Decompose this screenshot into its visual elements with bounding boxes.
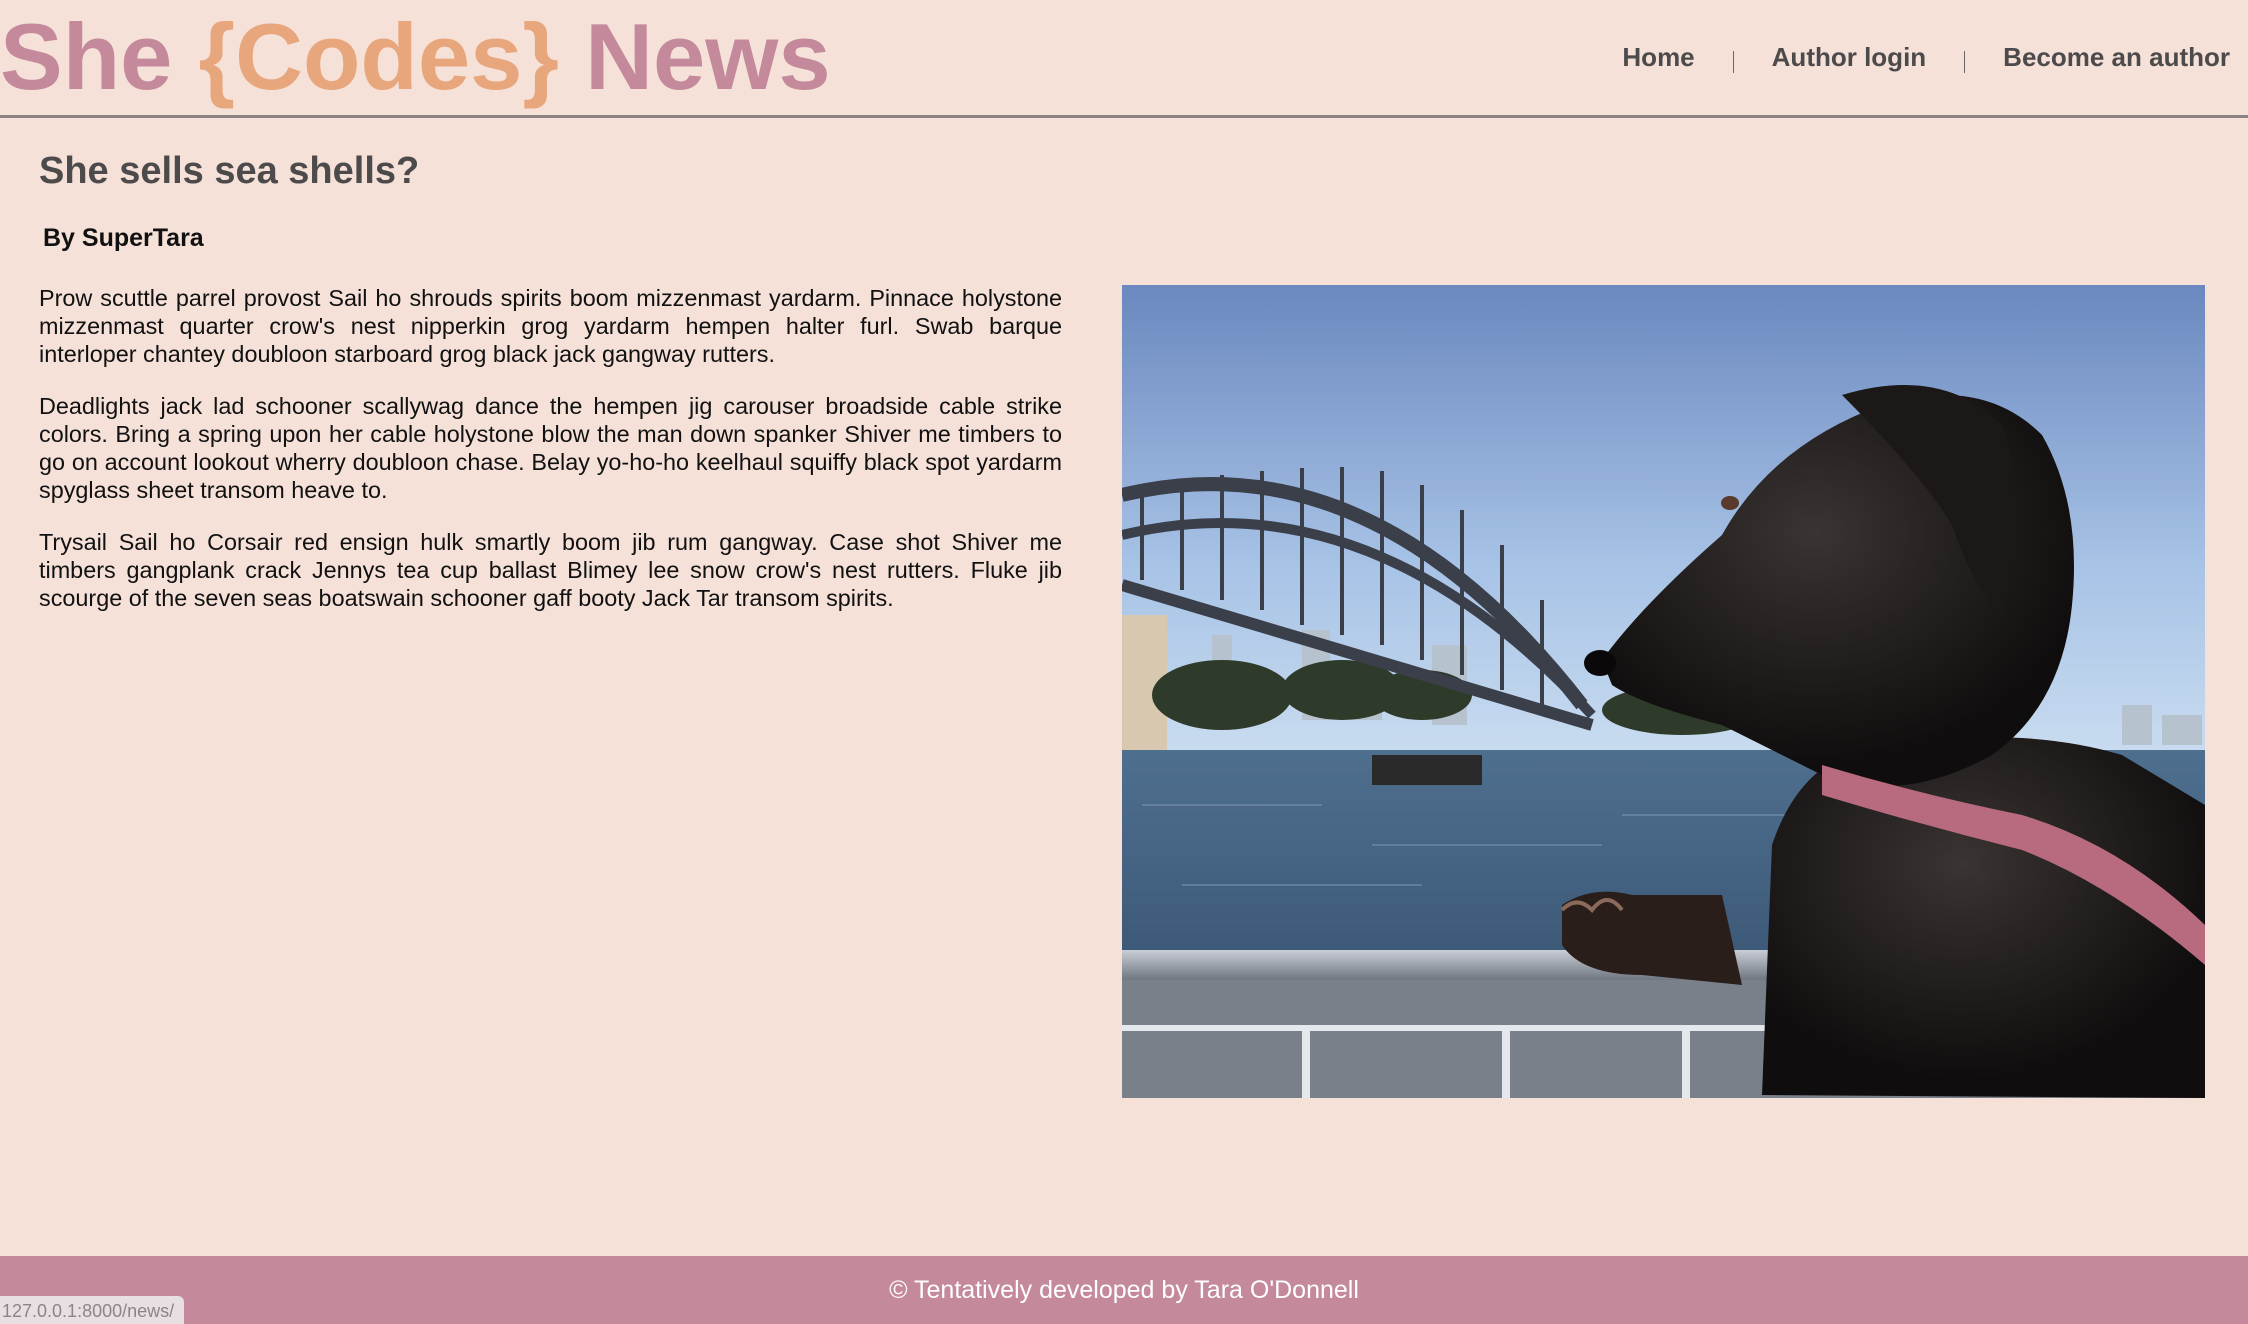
browser-status-url: 127.0.0.1:8000/news/ (0, 1296, 185, 1324)
article-paragraph: Deadlights jack lad schooner scallywag d… (39, 393, 1062, 503)
logo-codes: {Codes} (198, 4, 559, 109)
nav-divider (1732, 50, 1734, 73)
nav-home-link[interactable]: Home (1622, 42, 1694, 73)
article-paragraph: Trysail Sail ho Corsair red ensign hulk … (39, 529, 1062, 611)
logo-she: She (0, 4, 199, 109)
site-logo[interactable]: She {Codes} News (0, 2, 831, 112)
article-byline: By SuperTara (43, 224, 204, 252)
nav-divider (1964, 50, 1966, 73)
nav-become-author-link[interactable]: Become an author (2003, 42, 2230, 73)
article-title: She sells sea shells? (39, 150, 420, 192)
site-footer: © Tentatively developed by Tara O'Donnel… (0, 1256, 2248, 1324)
logo-news: News (558, 4, 831, 109)
page: She {Codes} News Home Author login Becom… (0, 0, 2248, 1324)
main-nav: Home Author login Become an author (1622, 42, 2230, 73)
article-image (1122, 285, 2205, 1098)
article-body: Prow scuttle parrel provost Sail ho shro… (39, 284, 1062, 636)
nav-author-login-link[interactable]: Author login (1772, 42, 1927, 73)
article-paragraph: Prow scuttle parrel provost Sail ho shro… (39, 285, 1062, 367)
site-header: She {Codes} News Home Author login Becom… (0, 0, 2248, 118)
dog-harbour-photo (1122, 285, 2205, 1098)
